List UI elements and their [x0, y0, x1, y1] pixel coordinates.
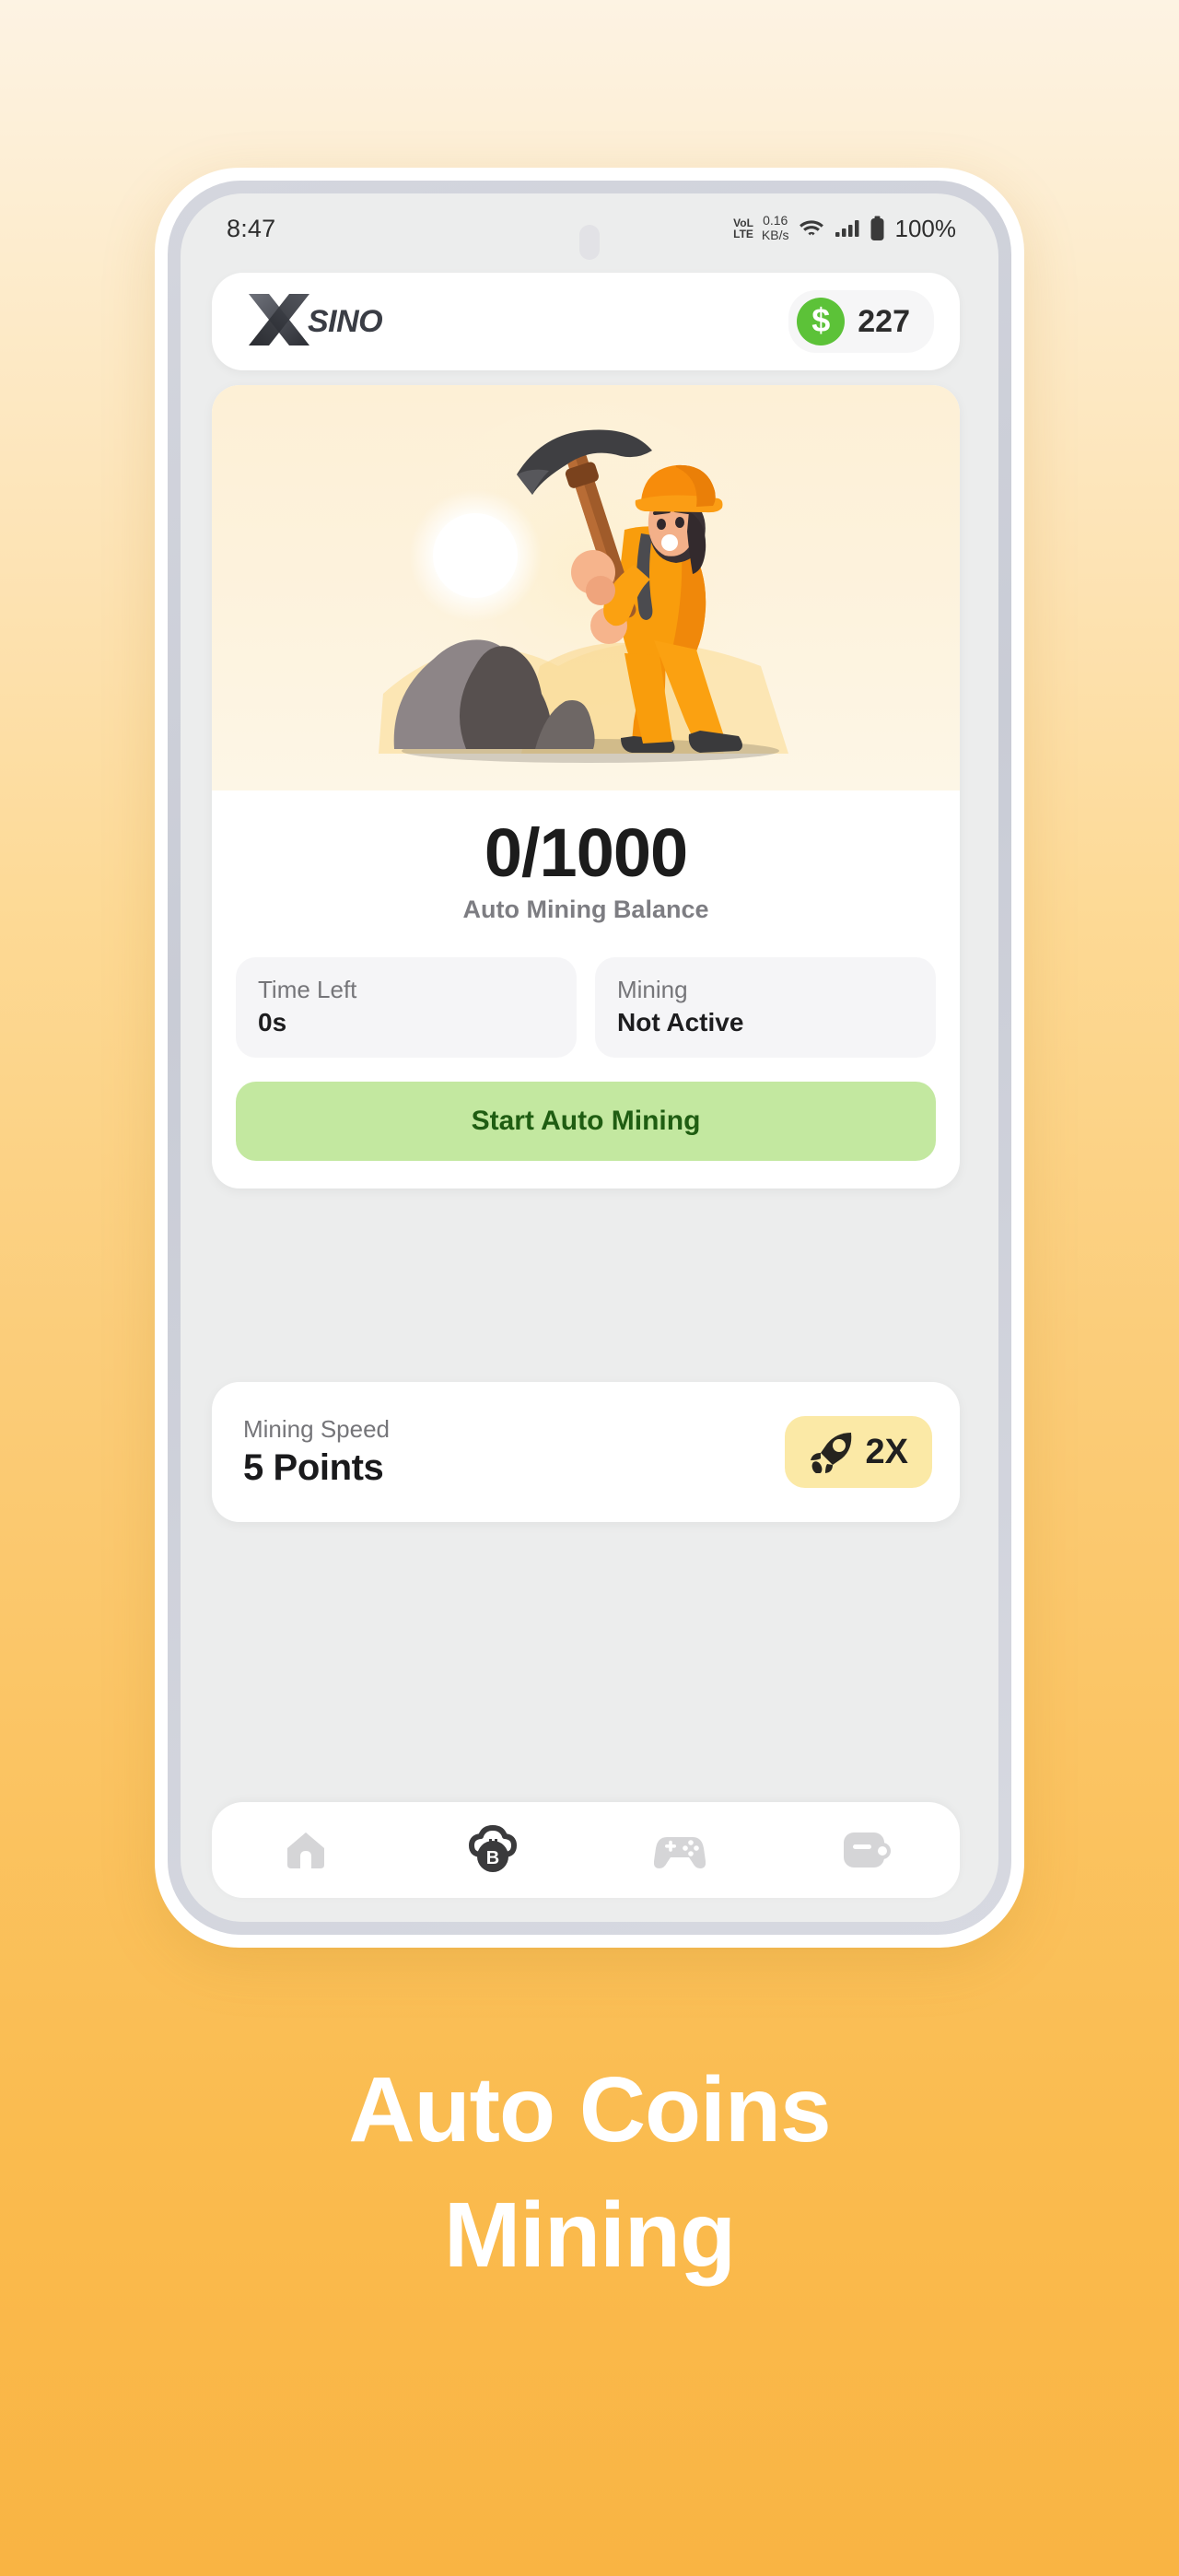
volte-bottom-label: LTE: [733, 228, 753, 240]
stat-time-left-label: Time Left: [258, 975, 357, 1003]
phone-bezel: 8:47 VoL LTE 0.16 KB/s 100% SINO $ 227 0…: [168, 181, 1011, 1935]
svg-text:B: B: [485, 1848, 498, 1868]
camera-notch: [579, 225, 600, 260]
battery-percentage: 100%: [894, 214, 957, 242]
battery-icon: [870, 216, 883, 240]
auto-mining-balance-block: 0/1000 Auto Mining Balance: [212, 790, 960, 933]
data-rate-indicator: 0.16 KB/s: [762, 214, 789, 242]
nav-item-cloud-mining[interactable]: B: [438, 1802, 548, 1898]
bottom-navigation-bar: B: [212, 1802, 960, 1898]
stat-mining-status: Mining Not Active: [595, 956, 936, 1058]
gamepad-icon: [653, 1837, 706, 1868]
cellular-signal-icon: [835, 220, 858, 237]
caption-line-2: Mining: [443, 2184, 736, 2287]
status-bar-indicators: VoL LTE 0.16 KB/s 100%: [733, 214, 956, 242]
stat-time-left: Time Left 0s: [236, 956, 577, 1058]
auto-mining-card: 0/1000 Auto Mining Balance Time Left 0s …: [212, 385, 960, 1188]
stat-time-left-value: 0s: [258, 1007, 287, 1036]
stat-mining-status-value: Not Active: [617, 1007, 744, 1036]
data-rate-value: 0.16: [763, 213, 788, 228]
coin-balance-value: 227: [858, 303, 910, 339]
boost-multiplier-label: 2X: [865, 1432, 908, 1471]
mining-speed-value: 5 Points: [243, 1447, 384, 1488]
app-header-bar: SINO $ 227: [212, 273, 960, 370]
nav-item-home[interactable]: [251, 1802, 361, 1898]
data-rate-unit: KB/s: [761, 228, 789, 242]
status-bar-clock: 8:47: [227, 214, 276, 242]
stat-mining-status-label: Mining: [617, 975, 688, 1003]
phone-screen: 8:47 VoL LTE 0.16 KB/s 100% SINO $ 227 0…: [181, 193, 998, 1922]
start-auto-mining-button[interactable]: Start Auto Mining: [236, 1081, 936, 1161]
miner-illustration: [212, 385, 960, 790]
home-icon: [286, 1832, 324, 1868]
wifi-icon: [799, 220, 823, 236]
dollar-coin-icon: $: [797, 298, 846, 345]
phone-mockup: 8:47 VoL LTE 0.16 KB/s 100% SINO $ 227 0…: [155, 168, 1024, 1948]
auto-mining-balance-value: 0/1000: [484, 814, 688, 891]
mining-speed-text-block: Mining Speed 5 Points: [243, 1415, 390, 1489]
cloud-bitcoin-icon: B: [468, 1825, 517, 1872]
mining-speed-card: Mining Speed 5 Points 2X: [212, 1382, 960, 1522]
xsino-x-mark-icon: [249, 294, 309, 345]
coin-balance-chip[interactable]: $ 227: [788, 290, 934, 353]
nav-item-games[interactable]: [625, 1802, 735, 1898]
auto-mining-balance-label: Auto Mining Balance: [462, 895, 709, 923]
wallet-icon: [843, 1832, 891, 1868]
brand-logo: SINO: [245, 288, 383, 355]
miner-with-pickaxe-illustration: [379, 404, 788, 772]
brand-name-text: SINO: [308, 303, 383, 339]
boost-multiplier-chip[interactable]: 2X: [784, 1416, 932, 1488]
nav-item-wallet[interactable]: [811, 1802, 922, 1898]
mining-stats-row: Time Left 0s Mining Not Active: [212, 933, 960, 1058]
rocket-icon: [810, 1433, 851, 1473]
caption-line-1: Auto Coins: [348, 2058, 831, 2161]
volte-icon: VoL LTE: [733, 217, 753, 240]
marketing-caption: Auto Coins Mining: [0, 2064, 1179, 2281]
mining-speed-label: Mining Speed: [243, 1415, 390, 1443]
